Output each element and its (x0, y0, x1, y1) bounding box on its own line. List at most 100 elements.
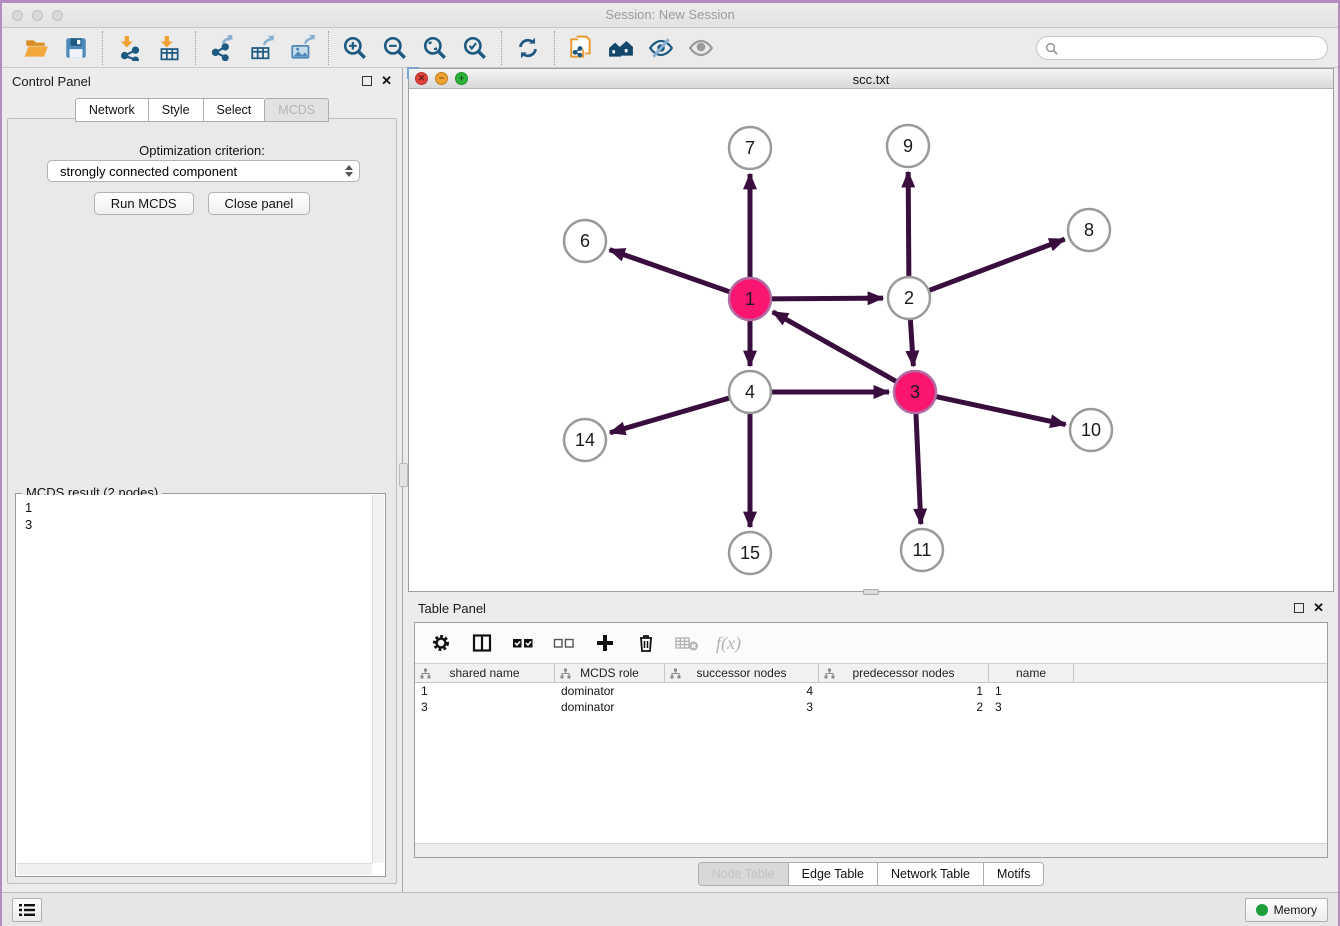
edge-2-9[interactable] (908, 172, 909, 279)
hierarchy-icon (670, 668, 681, 679)
hierarchy-icon (420, 668, 431, 679)
zoom-in-icon[interactable] (342, 35, 368, 61)
optimization-criterion-label: Optimization criterion: (8, 143, 396, 158)
edge-4-14[interactable] (610, 397, 732, 432)
zoom-selected-icon[interactable] (462, 35, 488, 61)
table-header-row: shared name MCDS role successor nodes pr… (415, 663, 1327, 683)
table-row[interactable]: 1 dominator 4 1 1 (415, 683, 1327, 699)
edge-2-3[interactable] (910, 317, 913, 366)
duplicate-network-icon[interactable] (568, 35, 594, 61)
tab-node-table[interactable]: Node Table (698, 862, 788, 886)
edge-3-10[interactable] (934, 396, 1066, 425)
window-title: Session: New Session (2, 7, 1338, 22)
float-table-panel-icon[interactable] (1294, 603, 1304, 613)
column-header-shared-name[interactable]: shared name (415, 664, 555, 682)
table-horizontal-scrollbar[interactable] (415, 843, 1327, 857)
tab-style[interactable]: Style (148, 98, 203, 122)
table-row[interactable]: 3 dominator 3 2 3 (415, 699, 1327, 715)
first-neighbors-icon[interactable] (608, 35, 634, 61)
network-window-titlebar[interactable]: ✕ − + scc.txt (409, 69, 1333, 89)
tab-network[interactable]: Network (75, 98, 148, 122)
memory-button[interactable]: Memory (1245, 898, 1328, 922)
delete-column-icon[interactable] (634, 631, 658, 655)
mcds-result-line: 3 (25, 516, 372, 533)
result-horizontal-scrollbar[interactable] (17, 863, 372, 875)
node-label-6: 6 (580, 231, 590, 251)
edge-1-2[interactable] (769, 298, 883, 299)
network-window-title: scc.txt (409, 72, 1333, 87)
control-panel-title: Control Panel (12, 74, 91, 89)
edge-1-6[interactable] (610, 250, 733, 293)
zoom-fit-icon[interactable] (422, 35, 448, 61)
status-bar: Memory (2, 892, 1338, 926)
close-panel-button[interactable]: Close panel (208, 192, 311, 215)
memory-status-icon (1256, 904, 1268, 916)
select-all-icon[interactable] (511, 631, 535, 655)
table-toolbar: f(x) (415, 623, 1327, 663)
network-resize-handle[interactable] (863, 589, 879, 595)
memory-label: Memory (1274, 903, 1317, 917)
close-table-panel-icon[interactable]: ✕ (1313, 603, 1324, 613)
tab-mcds[interactable]: MCDS (264, 98, 329, 122)
function-builder-icon: f(x) (716, 633, 741, 654)
mcds-result-list: 1 3 (17, 495, 372, 863)
export-table-icon[interactable] (249, 35, 275, 61)
open-session-icon[interactable] (23, 35, 49, 61)
control-panel-tabs: Network Style Select MCDS (2, 98, 402, 122)
edge-2-8[interactable] (927, 239, 1065, 291)
network-window: ✕ − + scc.txt 1234678910111415 (408, 68, 1334, 592)
import-table-icon[interactable] (156, 35, 182, 61)
split-view-icon[interactable] (470, 631, 494, 655)
run-mcds-button[interactable]: Run MCDS (94, 192, 194, 215)
node-label-4: 4 (745, 382, 755, 402)
import-network-icon[interactable] (116, 35, 142, 61)
network-canvas[interactable]: 1234678910111415 (409, 90, 1333, 591)
close-panel-icon[interactable]: ✕ (381, 76, 392, 86)
control-panel: Control Panel ✕ Network Style Select MCD… (2, 68, 402, 892)
edge-3-1[interactable] (773, 312, 899, 383)
mcds-result-line: 1 (25, 499, 372, 516)
tab-network-table[interactable]: Network Table (877, 862, 983, 886)
column-header-successor-nodes[interactable]: successor nodes (665, 664, 819, 682)
result-vertical-scrollbar[interactable] (372, 495, 384, 863)
column-header-name[interactable]: name (989, 664, 1074, 682)
table-tabs: Node Table Edge Table Network Table Moti… (408, 862, 1334, 886)
network-graph[interactable]: 1234678910111415 (409, 90, 1333, 591)
add-column-icon[interactable] (593, 631, 617, 655)
zoom-out-icon[interactable] (382, 35, 408, 61)
splitter-handle[interactable] (399, 463, 408, 487)
export-image-icon[interactable] (289, 35, 315, 61)
node-label-3: 3 (910, 382, 920, 402)
main-toolbar (2, 28, 1338, 68)
node-label-15: 15 (740, 543, 760, 563)
titlebar: Session: New Session (2, 3, 1338, 28)
mcds-panel: Optimization criterion: strongly connect… (7, 118, 397, 884)
column-header-predecessor-nodes[interactable]: predecessor nodes (819, 664, 989, 682)
table-settings-icon[interactable] (429, 631, 453, 655)
search-input[interactable] (1063, 41, 1319, 55)
search-field[interactable] (1036, 36, 1328, 60)
export-network-icon[interactable] (209, 35, 235, 61)
hierarchy-icon (560, 668, 571, 679)
edge-3-11[interactable] (916, 411, 921, 524)
show-all-icon (688, 35, 714, 61)
optimization-criterion-value: strongly connected component (60, 164, 237, 179)
delete-table-icon (675, 631, 699, 655)
float-panel-icon[interactable] (362, 76, 372, 86)
table-panel: Table Panel ✕ (408, 596, 1334, 890)
hide-selected-icon[interactable] (648, 35, 674, 61)
tab-select[interactable]: Select (203, 98, 265, 122)
optimization-criterion-select[interactable]: strongly connected component (47, 160, 360, 182)
hierarchy-icon (824, 668, 835, 679)
refresh-layout-icon[interactable] (515, 35, 541, 61)
table-panel-title: Table Panel (418, 601, 486, 616)
tab-edge-table[interactable]: Edge Table (788, 862, 877, 886)
save-session-icon[interactable] (63, 35, 89, 61)
node-label-14: 14 (575, 430, 595, 450)
node-label-7: 7 (745, 138, 755, 158)
deselect-all-icon[interactable] (552, 631, 576, 655)
tab-motifs[interactable]: Motifs (983, 862, 1044, 886)
column-header-mcds-role[interactable]: MCDS role (555, 664, 665, 682)
node-label-1: 1 (745, 289, 755, 309)
task-history-button[interactable] (12, 898, 42, 922)
